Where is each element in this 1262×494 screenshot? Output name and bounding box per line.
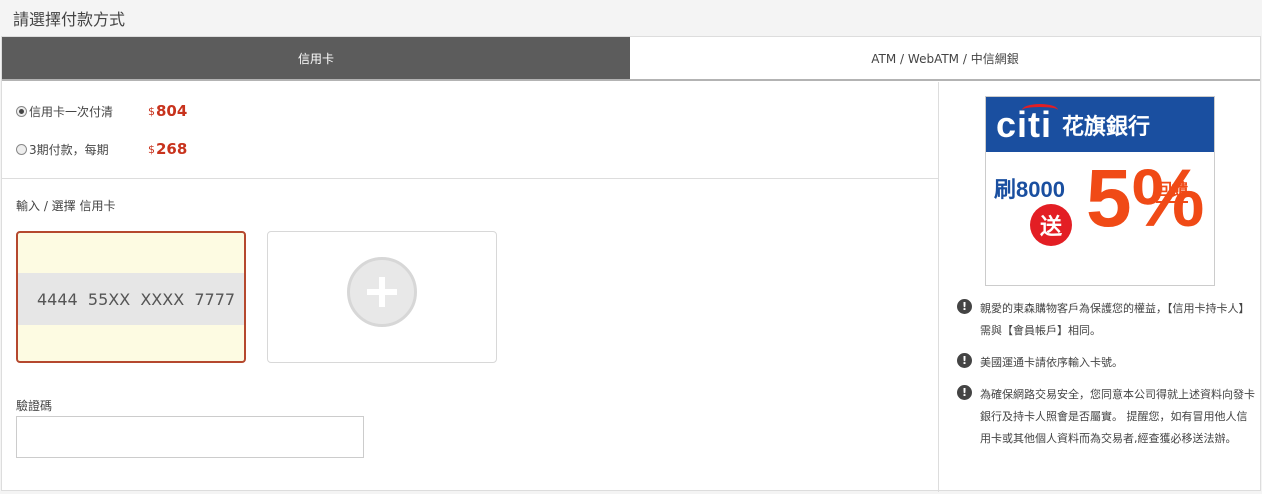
plus-icon	[347, 257, 417, 327]
saved-card[interactable]: 4444 55XX XXXX 7777	[16, 231, 246, 363]
option-full-payment[interactable]: 信用卡一次付清 $ 804	[16, 102, 187, 120]
price-amount: 268	[156, 140, 188, 158]
currency-symbol: $	[148, 104, 155, 118]
exclamation-icon: !	[957, 385, 972, 400]
note-text: 為確保網路交易安全，您同意本公司得就上述資料向發卡銀行及持卡人照會是否屬實。 提…	[980, 388, 1255, 445]
tab-credit-card[interactable]: 信用卡	[2, 37, 630, 79]
notes-list: ! 親愛的東森購物客戶為保護您的權益，【信用卡持卡人】需與【會員帳戶】相同。 !…	[957, 298, 1257, 460]
tab-atm-webatm[interactable]: ATM / WebATM / 中信網銀	[630, 37, 1260, 79]
card-section-label: 輸入 / 選擇 信用卡	[16, 199, 116, 213]
price-amount: 804	[156, 102, 188, 120]
citi-logo: citi	[996, 103, 1058, 146]
cvv-label: 驗證碼	[16, 399, 53, 413]
add-card-button[interactable]	[267, 231, 497, 363]
card-number: 4444 55XX XXXX 7777	[18, 273, 244, 325]
page-title: 請選擇付款方式	[13, 10, 126, 29]
citi-logo-arc	[1022, 103, 1058, 116]
option-label: 3期付款，每期	[29, 142, 109, 157]
payment-panel: 信用卡 ATM / WebATM / 中信網銀 信用卡一次付清 $ 804 3期…	[1, 36, 1261, 492]
promo-reward: 回饋	[1156, 176, 1189, 203]
option-label: 信用卡一次付清	[29, 104, 114, 119]
note-text: 美國運通卡請依序輸入卡號。	[980, 356, 1123, 369]
radio-selected-dot	[19, 108, 24, 114]
note-text: 親愛的東森購物客戶為保護您的權益，【信用卡持卡人】需與【會員帳戶】相同。	[980, 302, 1250, 337]
bank-name: 花旗銀行	[1062, 114, 1151, 140]
exclamation-icon: !	[957, 299, 972, 314]
note-item: ! 為確保網路交易安全，您同意本公司得就上述資料向發卡銀行及持卡人照會是否屬實。…	[957, 384, 1257, 450]
banner-promo: 刷8000 送 5% 回饋	[986, 152, 1214, 285]
section-divider	[2, 178, 938, 179]
page-header: 請選擇付款方式	[0, 0, 1262, 36]
citi-promo-banner[interactable]: citi 花旗銀行 刷8000 送 5% 回饋	[985, 96, 1215, 286]
promo-spend: 刷8000	[994, 177, 1065, 202]
radio-full-payment[interactable]	[16, 105, 27, 117]
option-installment[interactable]: 3期付款，每期 $ 268	[16, 140, 187, 158]
payment-tabs: 信用卡 ATM / WebATM / 中信網銀	[2, 37, 1260, 81]
credit-card-form: 信用卡一次付清 $ 804 3期付款，每期 $ 268 輸入 / 選擇 信用卡 …	[2, 82, 938, 492]
promo-send-badge: 送	[1030, 204, 1072, 246]
cvv-input[interactable]	[16, 416, 364, 458]
info-sidebar: citi 花旗銀行 刷8000 送 5% 回饋 ! 親愛的東森購物客戶為保護您的…	[938, 82, 1260, 492]
banner-header: citi 花旗銀行	[986, 97, 1214, 152]
currency-symbol: $	[148, 142, 155, 156]
exclamation-icon: !	[957, 353, 972, 368]
note-item: ! 親愛的東森購物客戶為保護您的權益，【信用卡持卡人】需與【會員帳戶】相同。	[957, 298, 1257, 342]
note-item: ! 美國運通卡請依序輸入卡號。	[957, 352, 1257, 374]
radio-installment[interactable]	[16, 143, 27, 155]
